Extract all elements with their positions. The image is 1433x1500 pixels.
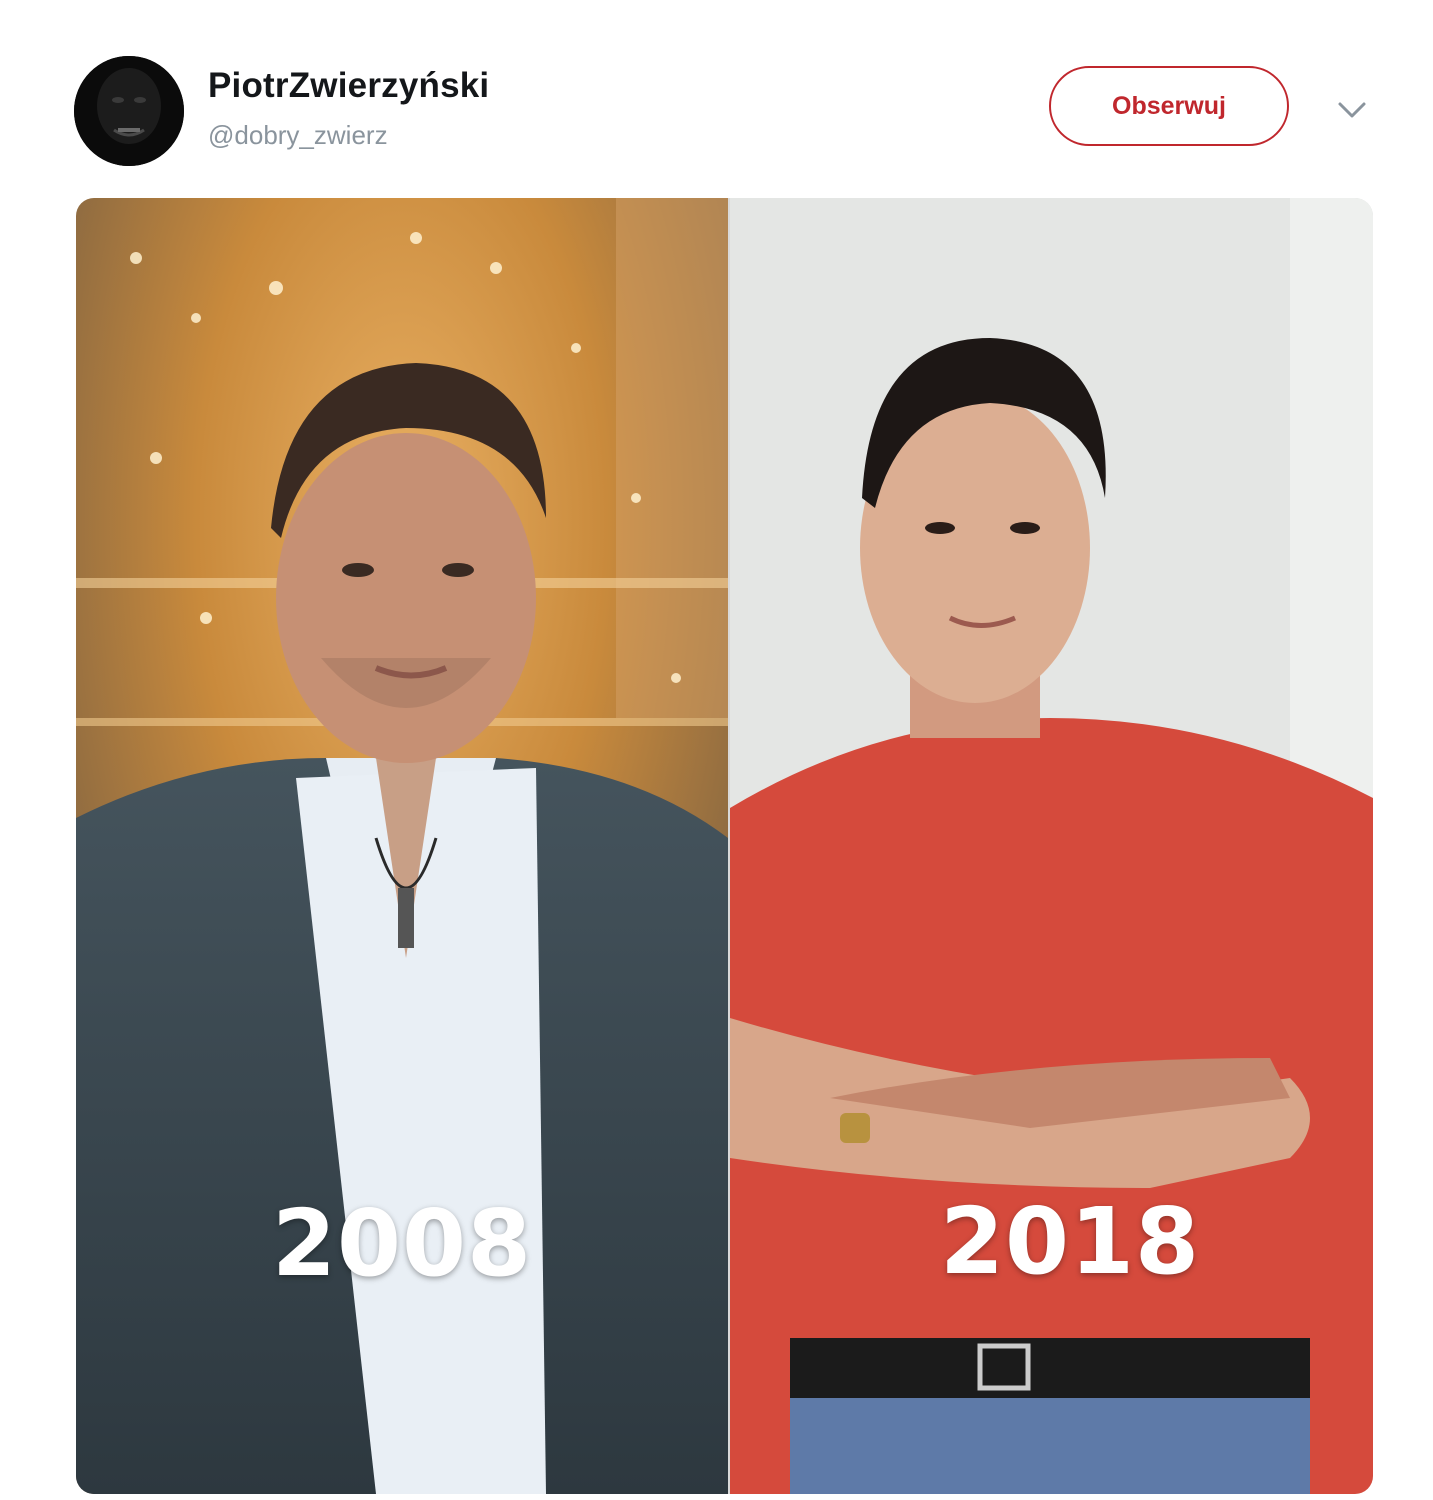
photo-right: 2018 xyxy=(730,198,1373,1494)
tweet-header: PiotrZwierzyński @dobry_zwierz Obserwuj xyxy=(0,0,1433,190)
year-label-left: 2008 xyxy=(272,1190,533,1297)
tweet-media[interactable]: 2008 2018 xyxy=(76,198,1373,1494)
follow-button[interactable]: Obserwuj xyxy=(1049,66,1289,146)
author-handle[interactable]: @dobry_zwierz xyxy=(208,120,388,151)
avatar[interactable] xyxy=(74,56,184,166)
author-display-name[interactable]: PiotrZwierzyński xyxy=(208,66,489,106)
year-label-right: 2018 xyxy=(940,1188,1201,1295)
avatar-image xyxy=(74,56,184,166)
photo-left: 2008 xyxy=(76,198,728,1494)
chevron-down-icon[interactable] xyxy=(1334,96,1370,124)
